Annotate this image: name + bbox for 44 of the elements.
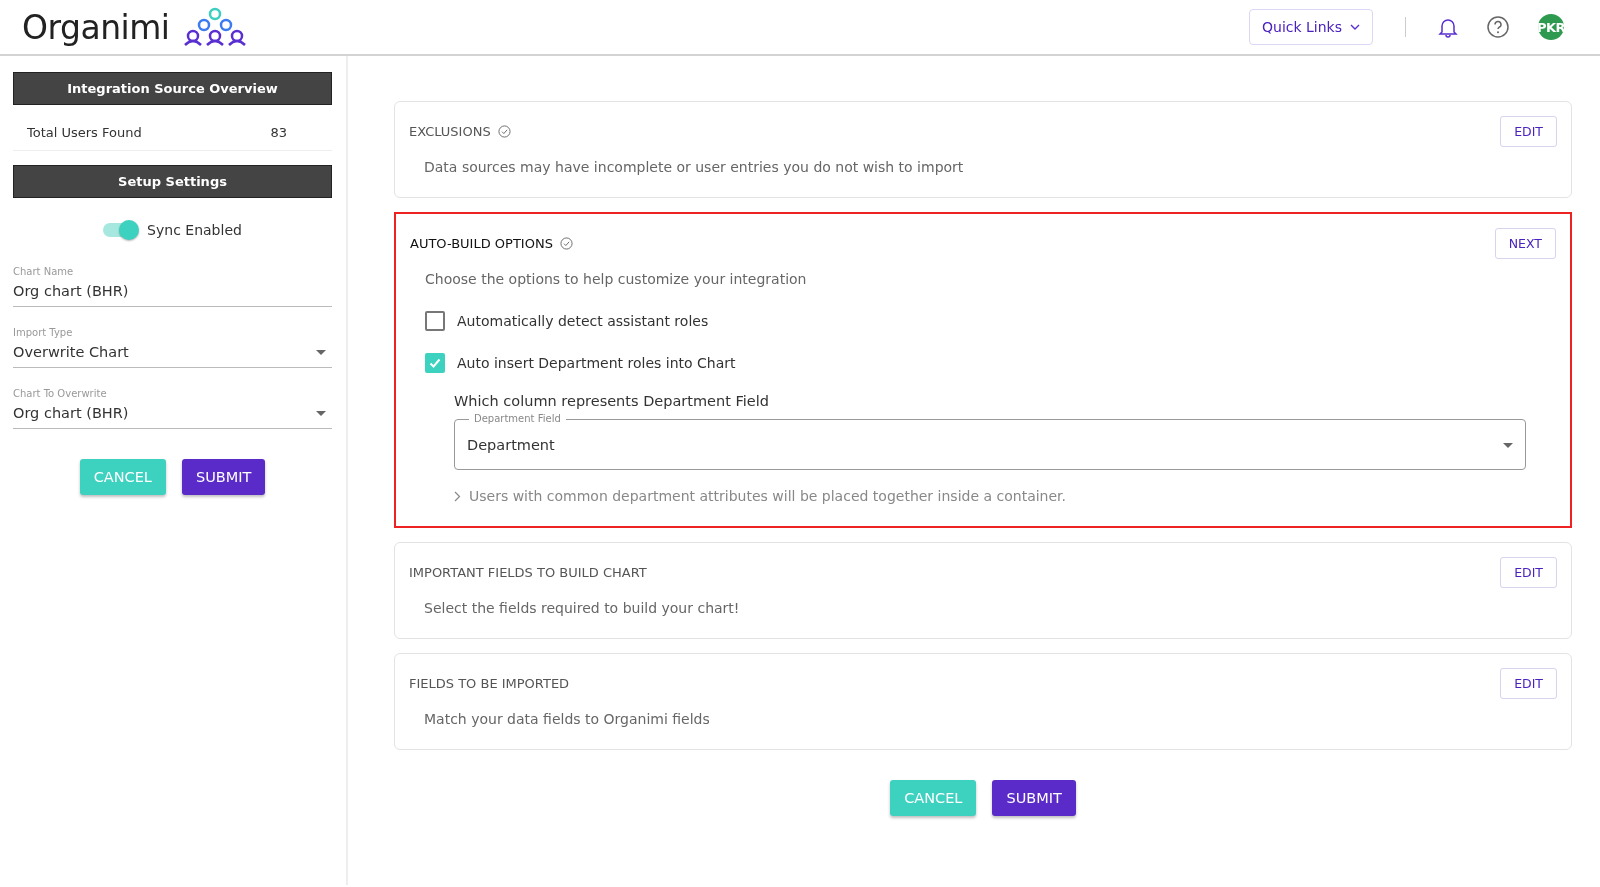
chevron-right-icon — [454, 490, 461, 502]
question-label: Which column represents Department Field — [454, 393, 770, 409]
checkbox-label: Automatically detect assistant roles — [457, 313, 709, 329]
section-description: Match your data fields to Organimi fields — [424, 711, 711, 727]
section-header: Setup Settings — [13, 165, 332, 198]
checkbox[interactable] — [425, 311, 445, 331]
sync-toggle[interactable] — [103, 223, 138, 237]
chevron-down-icon — [1350, 24, 1360, 30]
checkbox[interactable] — [425, 353, 445, 373]
dropdown-arrow-icon — [316, 349, 326, 355]
help-icon[interactable] — [1486, 15, 1510, 39]
toggle-label: Sync Enabled — [147, 222, 242, 238]
logo-text: Organimi — [22, 8, 170, 47]
checkbox-label: Auto insert Department roles into Chart — [457, 355, 736, 371]
stat-label: Total Users Found — [27, 125, 142, 140]
dropdown-field[interactable]: Overwrite Chart — [13, 338, 332, 368]
section-description: Select the fields required to build your chart! — [424, 600, 741, 616]
section-title: IMPORTANT FIELDS TO BUILD CHART — [409, 565, 647, 580]
section-action-button[interactable]: EDIT — [1500, 557, 1557, 588]
bell-icon[interactable] — [1438, 16, 1458, 38]
input-field[interactable]: Org chart (BHR) — [13, 277, 332, 307]
dropdown-arrow-icon — [316, 410, 326, 416]
dropdown-field[interactable]: Org chart (BHR) — [13, 399, 332, 429]
section-title: EXCLUSIONS — [409, 124, 491, 139]
section-description: Data sources may have incomplete or user entries you do not wish to import — [424, 159, 965, 175]
section-action-button[interactable]: NEXT — [1494, 228, 1556, 259]
submit-button[interactable]: SUBMIT — [992, 780, 1076, 816]
user-avatar[interactable]: PKR — [1538, 14, 1564, 40]
section-header: Integration Source Overview — [13, 72, 332, 105]
section-title: AUTO-BUILD OPTIONS — [410, 236, 553, 251]
field-label: Import Type — [13, 327, 74, 338]
checkmark-icon — [428, 356, 442, 370]
quick-links-button[interactable]: Quick Links — [1249, 9, 1373, 45]
section-action-button[interactable]: EDIT — [1500, 668, 1557, 699]
field-label: Chart Name — [13, 266, 75, 277]
dropdown-field[interactable]: Department Field Department — [454, 413, 1526, 470]
stat-value: 83 — [270, 125, 287, 140]
hint-text: Users with common department attributes will be placed together inside a container. — [469, 488, 1066, 504]
section-action-button[interactable]: EDIT — [1500, 116, 1557, 147]
field-label: Chart To Overwrite — [13, 388, 108, 399]
submit-button[interactable]: SUBMIT — [181, 459, 266, 495]
section-title: FIELDS TO BE IMPORTED — [409, 676, 570, 691]
dropdown-arrow-icon — [1503, 442, 1513, 448]
section-description: Choose the options to help customize your integration — [425, 271, 808, 287]
